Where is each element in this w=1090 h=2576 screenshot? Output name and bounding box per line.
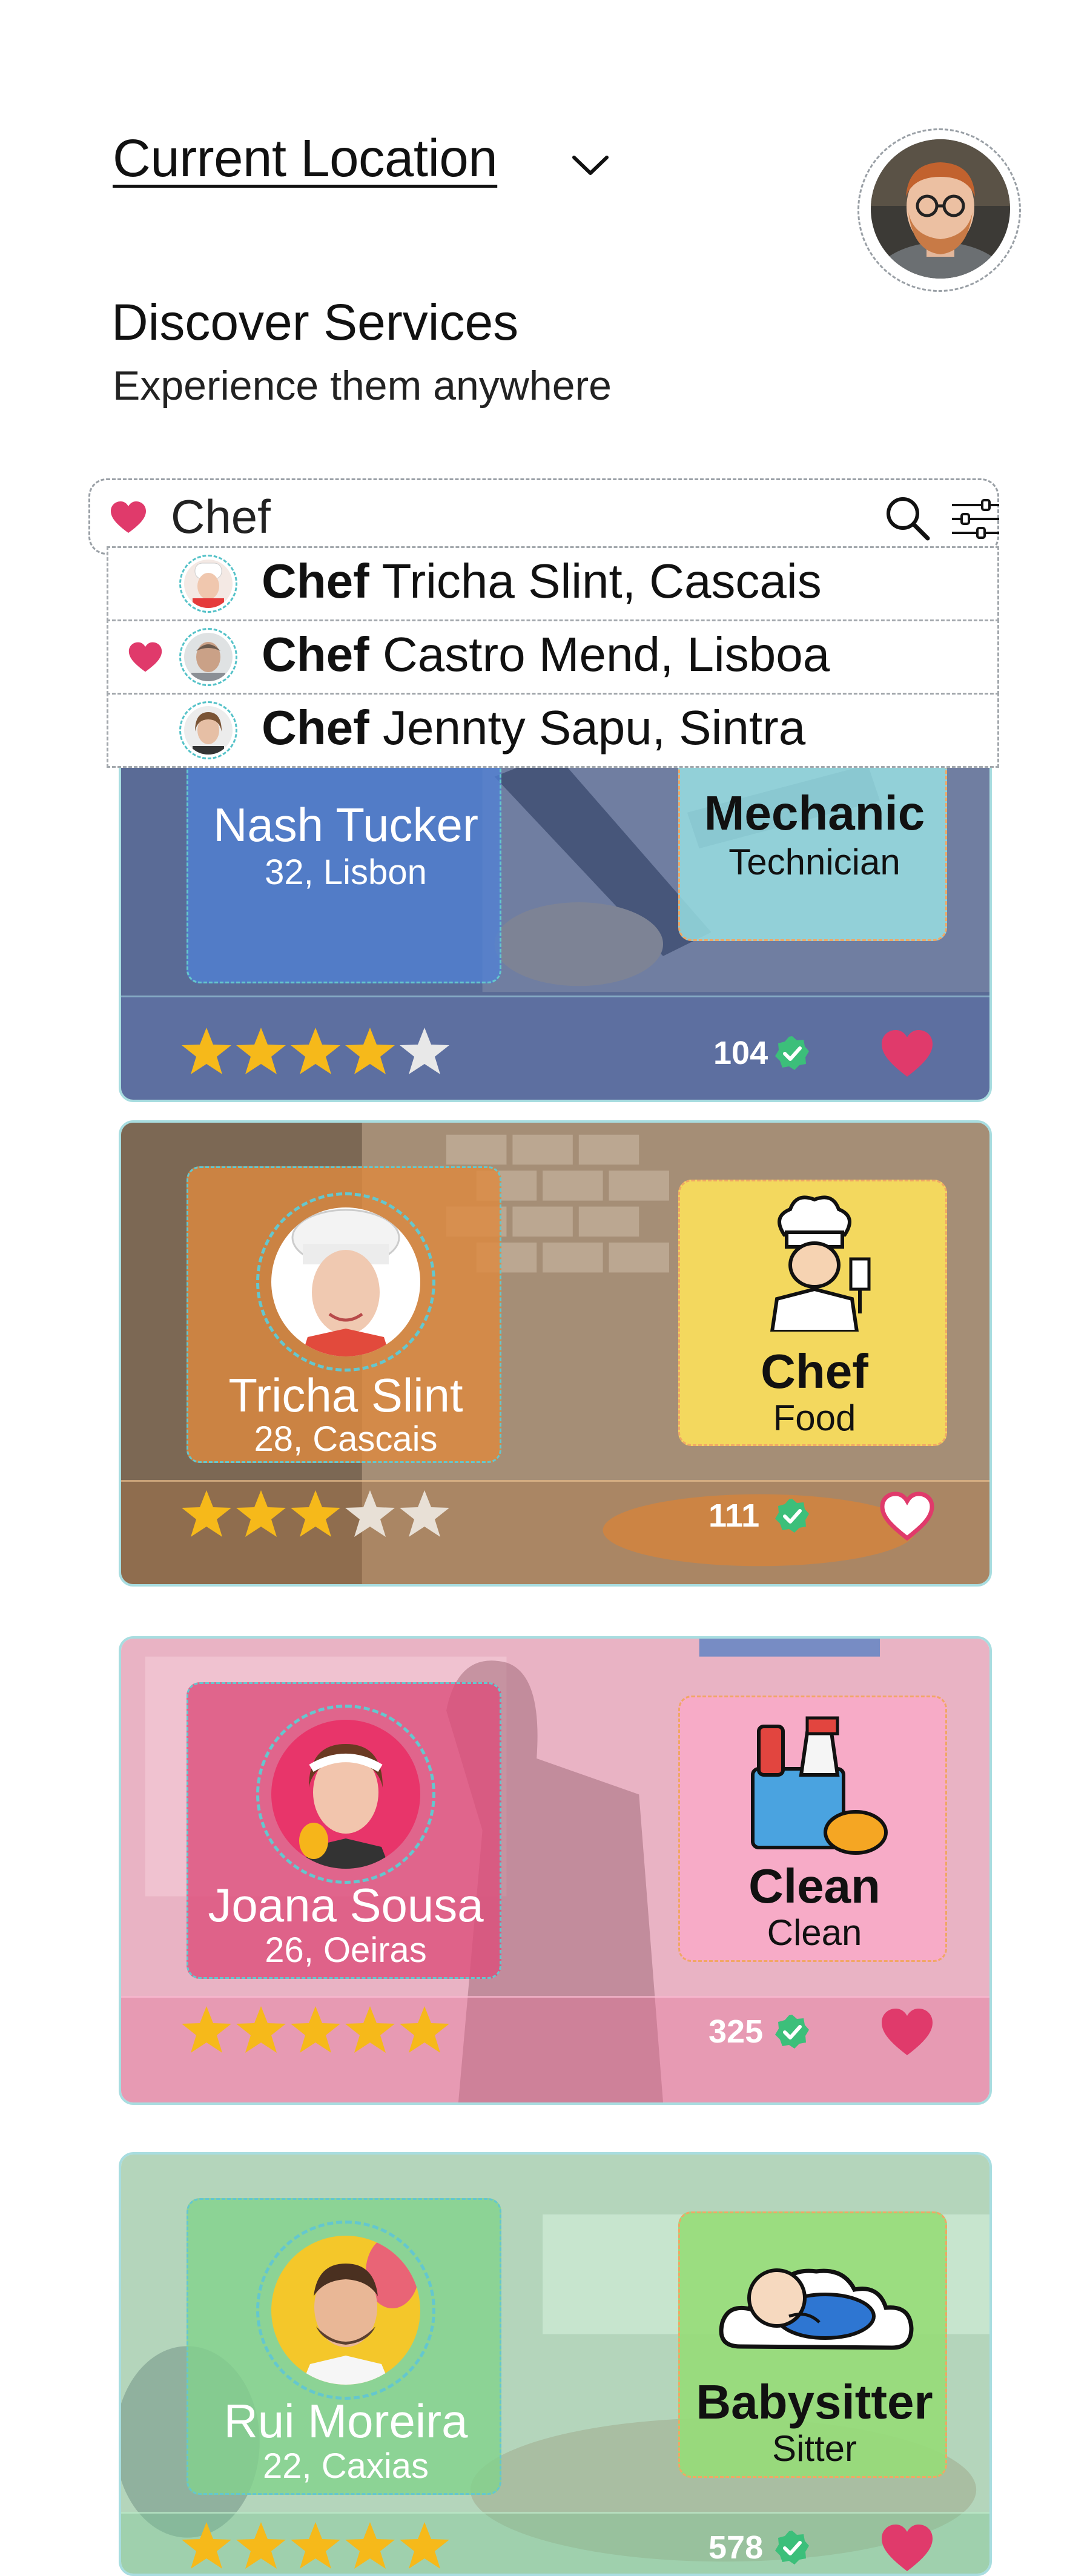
service-type-box: Clean Clean	[678, 1696, 947, 1962]
verified-icon	[775, 1499, 809, 1533]
chevron-down-icon[interactable]	[569, 150, 612, 180]
profile-avatar[interactable]	[871, 139, 1010, 279]
suggestion-detail: Tricha Slint, Cascais	[382, 554, 822, 608]
rating-stars	[182, 1490, 449, 1537]
service-name: Mechanic	[704, 786, 925, 840]
provider-age-location: 22, Caxias	[262, 2446, 429, 2486]
rating-stars	[182, 1028, 449, 1074]
current-location-label[interactable]: Current Location	[113, 128, 498, 189]
provider-avatar	[271, 1207, 420, 1356]
favorite-heart-icon[interactable]	[879, 2523, 935, 2574]
suggestion-text[interactable]: Chef Castro Mend, Lisboa	[262, 627, 830, 682]
suggestion-keyword: Chef	[262, 627, 369, 681]
suggestion-avatar	[184, 633, 233, 681]
suggestion-keyword: Chef	[262, 554, 369, 608]
service-category: Food	[773, 1398, 856, 1438]
provider-info-box: Rui Moreira 22, Caxias	[187, 2198, 501, 2495]
favorite-heart-icon[interactable]	[879, 2007, 935, 2058]
suggestion-detail: Jennty Sapu, Sintra	[383, 701, 806, 755]
verified-icon	[775, 2531, 809, 2564]
service-type-box: Babysitter Sitter	[678, 2211, 947, 2478]
service-type-box: Chef Food	[678, 1180, 947, 1446]
service-name: Clean	[748, 1859, 880, 1913]
provider-name: Joana Sousa	[208, 1878, 484, 1932]
favorite-heart-outline-icon[interactable]	[879, 1491, 935, 1542]
service-card-babysitter[interactable]: Rui Moreira 22, Caxias Babysitter Sitter…	[119, 2152, 992, 2576]
page-subtitle: Experience them anywhere	[113, 363, 612, 409]
provider-name: Tricha Slint	[228, 1369, 463, 1422]
service-category: Clean	[767, 1912, 862, 1953]
service-card-chef[interactable]: Tricha Slint 28, Cascais Chef Food 111	[119, 1120, 992, 1587]
suggestion-text[interactable]: Chef Jennty Sapu, Sintra	[262, 700, 805, 756]
service-category: Sitter	[771, 2428, 857, 2469]
verified-icon	[775, 2015, 809, 2049]
page-title: Discover Services	[111, 294, 519, 351]
suggestion-keyword: Chef	[262, 701, 369, 755]
provider-avatar	[271, 1720, 420, 1869]
review-count: 104	[713, 1035, 768, 1071]
rating-stars	[182, 2522, 449, 2569]
search-input[interactable]	[171, 489, 837, 544]
service-name: Chef	[761, 1344, 868, 1398]
favorite-filter-heart-icon[interactable]	[109, 500, 148, 534]
filter-sliders-icon[interactable]	[950, 498, 1002, 540]
review-count: 325	[708, 2013, 764, 2050]
favorite-heart-icon[interactable]	[127, 641, 164, 673]
provider-age-location: 26, Oeiras	[265, 1930, 427, 1970]
suggestion-avatar	[184, 560, 233, 608]
review-count: 111	[708, 1498, 760, 1534]
suggestion-avatar	[184, 706, 233, 755]
search-icon[interactable]	[883, 494, 931, 542]
rating-stars	[182, 2006, 449, 2053]
provider-avatar	[271, 2236, 420, 2385]
provider-info-box: Joana Sousa 26, Oeiras	[187, 1682, 501, 1979]
review-count: 578	[708, 2529, 764, 2566]
favorite-heart-icon[interactable]	[879, 1028, 935, 1079]
verified-icon	[775, 1036, 809, 1070]
provider-age-location: 32, Lisbon	[265, 853, 427, 892]
provider-age-location: 28, Cascais	[254, 1419, 438, 1459]
service-name: Babysitter	[696, 2375, 933, 2429]
chef-icon	[770, 1195, 871, 1332]
suggestion-text[interactable]: Chef Tricha Slint, Cascais	[262, 553, 822, 609]
provider-name: Rui Moreira	[223, 2394, 468, 2448]
suggestion-detail: Castro Mend, Lisboa	[383, 627, 830, 681]
baby-cloud-icon	[719, 2268, 914, 2350]
cleaning-supplies-icon	[751, 1716, 888, 1855]
service-category: Technician	[728, 842, 900, 882]
provider-info-box: Tricha Slint 28, Cascais	[187, 1166, 501, 1463]
service-card-clean[interactable]: Joana Sousa 26, Oeiras Clean Clean 325	[119, 1636, 992, 2105]
provider-name: Nash Tucker	[213, 798, 478, 851]
